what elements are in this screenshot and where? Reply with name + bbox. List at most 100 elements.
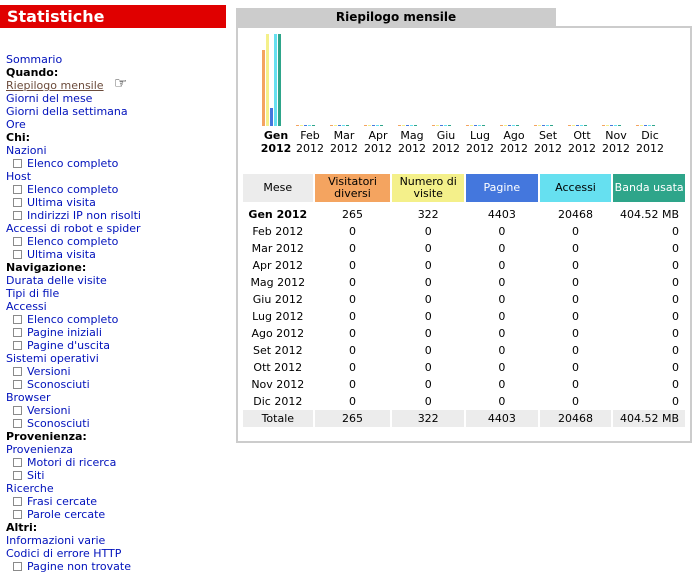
menu-browser-versioni[interactable]: Versioni [27,404,71,417]
chart-bar [402,125,405,126]
cell-pagine: 0 [498,395,506,408]
menu-host-ip[interactable]: Indirizzi IP non risolti [27,209,141,222]
chart-bar [500,125,503,126]
chart-month-label: Dic 2012 [636,129,664,155]
cell-banda: 0 [672,361,679,374]
menu-ore[interactable]: Ore [6,118,26,131]
menu-heading-provenienza: Provenienza: [6,430,87,443]
menu-giorni-del-mese[interactable]: Giorni del mese [6,92,92,105]
menu-browser-sconosciuti[interactable]: Sconosciuti [27,417,90,430]
menu-nazioni[interactable]: Nazioni [6,144,47,157]
chart-bar [516,125,519,126]
chart-bar [296,125,299,126]
chart-bar [440,125,443,126]
menu-heading-chi: Chi: [6,131,31,144]
bullet-icon [13,366,22,376]
menu-accessi[interactable]: Accessi [6,300,47,313]
menu-motori[interactable]: Motori di ricerca [27,456,116,469]
cell-visite: 0 [424,225,432,238]
cell-accessi: 0 [572,259,579,272]
menu-host-elenco[interactable]: Elenco completo [27,183,118,196]
menu-informazioni[interactable]: Informazioni varie [6,534,105,547]
chart-bar [478,125,481,126]
chart-bar [576,125,579,126]
chart-bar [436,125,439,126]
menu-sistemi-sconosciuti[interactable]: Sconosciuti [27,378,90,391]
cell-banda: 0 [672,242,679,255]
menu-nazioni-elenco[interactable]: Elenco completo [27,157,118,170]
chart-bar [644,125,647,126]
cell-mese: Feb 2012 [252,225,304,238]
chart-bar [466,125,469,126]
cell-mese: Dic 2012 [253,395,303,408]
menu-host-ultima[interactable]: Ultima visita [27,196,96,209]
chart-bar [410,125,413,126]
cell-visitatori: 0 [348,276,356,289]
menu-accessi-iniziali[interactable]: Pagine iniziali [27,326,102,339]
chart-bar [542,125,545,126]
cell-banda: 0 [672,327,679,340]
menu-browser[interactable]: Browser [6,391,51,404]
menu-provenienza[interactable]: Provenienza [6,443,73,456]
bullet-icon [13,509,22,519]
monthly-stats-table: Mese Visitatori diversi Numero di visite… [241,174,687,427]
header-mese: Mese [243,174,313,202]
cell-visite: 0 [424,327,432,340]
cell-pagine: 0 [498,378,506,391]
menu-robot-ultima[interactable]: Ultima visita [27,248,96,261]
menu-parole[interactable]: Parole cercate [27,508,105,521]
menu-giorni-settimana[interactable]: Giorni della settimana [6,105,128,118]
total-accessi: 20468 [539,410,612,427]
chart-bar [602,125,605,126]
menu-accessi-uscita[interactable]: Pagine d'uscita [27,339,110,352]
chart-bar [364,125,367,126]
chart-bar [482,125,485,126]
cell-accessi: 0 [572,327,579,340]
cell-accessi: 0 [572,225,579,238]
menu-codici[interactable]: Codici di errore HTTP [6,547,121,560]
cell-banda: 0 [672,293,679,306]
cell-visitatori: 0 [348,242,356,255]
cell-visitatori: 0 [348,378,356,391]
total-mese: Totale [243,410,313,427]
menu-riepilogo-mensile[interactable]: Riepilogo mensile [6,79,104,92]
menu-frasi[interactable]: Frasi cercate [27,495,97,508]
cell-banda: 0 [672,344,679,357]
menu-tipi-file[interactable]: Tipi di file [6,287,59,300]
bullet-icon [13,327,22,337]
header-accessi: Accessi [539,174,612,202]
chart-bar [568,125,571,126]
chart-bar [372,125,375,126]
cell-visitatori: 0 [348,293,356,306]
chart-bar [330,125,333,126]
panel-title: Riepilogo mensile [236,8,556,26]
table-row: Mar 2012 0 0 0 0 0 [243,240,685,257]
menu-accessi-elenco[interactable]: Elenco completo [27,313,118,326]
table-row: Feb 2012 0 0 0 0 0 [243,223,685,240]
chart-bar [334,125,337,126]
cell-banda: 0 [672,225,679,238]
menu-sommario[interactable]: Sommario [6,53,62,66]
chart-bar [572,125,575,126]
menu-robot[interactable]: Accessi di robot e spider [6,222,141,235]
menu-pagine-non-trovate[interactable]: Pagine non trovate [27,560,131,573]
chart-bar [508,125,511,126]
bullet-icon [13,561,22,571]
total-banda: 404.52 MB [613,410,685,427]
menu-robot-elenco[interactable]: Elenco completo [27,235,118,248]
chart-bar [534,125,537,126]
cell-visite: 0 [424,276,432,289]
cell-visite: 0 [424,242,432,255]
menu-sistemi-versioni[interactable]: Versioni [27,365,71,378]
menu-siti[interactable]: Siti [27,469,44,482]
menu-ricerche[interactable]: Ricerche [6,482,54,495]
cell-banda: 404.52 MB [619,208,679,221]
menu-sistemi[interactable]: Sistemi operativi [6,352,99,365]
menu-durata[interactable]: Durata delle visite [6,274,107,287]
cell-visitatori: 0 [348,327,356,340]
cell-accessi: 0 [572,395,579,408]
menu-host[interactable]: Host [6,170,31,183]
bullet-icon [13,405,22,415]
cell-pagine: 0 [498,344,506,357]
cell-pagine: 0 [498,361,506,374]
